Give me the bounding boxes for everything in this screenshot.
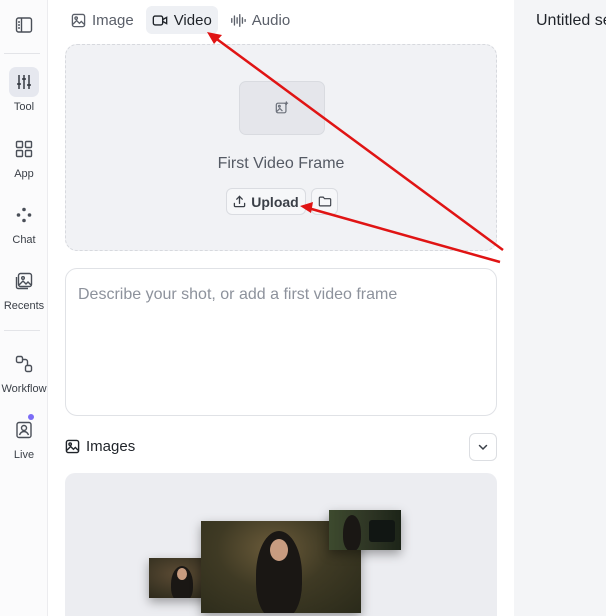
sidebar-toggle-icon bbox=[9, 10, 39, 40]
sliders-icon bbox=[9, 67, 39, 97]
prompt-placeholder: Describe your shot, or add a first video… bbox=[78, 286, 398, 303]
video-icon bbox=[152, 14, 168, 26]
sidebar-item-workflow[interactable]: Workflow bbox=[0, 349, 48, 395]
live-icon bbox=[9, 415, 39, 445]
chevron-down-icon bbox=[478, 444, 488, 451]
images-collapse-button[interactable] bbox=[469, 433, 497, 461]
images-section-title: Images bbox=[86, 438, 136, 455]
tab-audio[interactable]: Audio bbox=[224, 6, 296, 34]
media-type-tabs: Image Video Audio bbox=[65, 6, 296, 34]
tab-image[interactable]: Image bbox=[65, 6, 140, 34]
images-gallery bbox=[65, 473, 497, 616]
first-frame-dropzone[interactable]: First Video Frame Upload bbox=[65, 44, 497, 251]
rail-divider bbox=[4, 330, 40, 331]
sidebar-item-chat[interactable]: Chat bbox=[0, 200, 48, 246]
image-icon bbox=[65, 439, 80, 454]
upload-icon bbox=[234, 195, 246, 208]
sidebar-item-label: Workflow bbox=[1, 383, 47, 395]
images-section-header: Images bbox=[65, 438, 135, 455]
sidebar-item-live[interactable]: Live bbox=[0, 415, 48, 461]
dots-icon bbox=[9, 200, 39, 230]
flow-icon bbox=[9, 349, 39, 379]
frame-placeholder[interactable] bbox=[239, 81, 325, 135]
folder-icon bbox=[318, 196, 331, 207]
sidebar-toggle[interactable] bbox=[0, 10, 48, 40]
sidebar-item-recents[interactable]: Recents bbox=[0, 266, 48, 312]
sidebar-item-label: Recents bbox=[3, 300, 45, 312]
prompt-input[interactable]: Describe your shot, or add a first video… bbox=[65, 268, 497, 416]
gallery-icon bbox=[9, 266, 39, 296]
sidebar-item-label: Chat bbox=[12, 234, 36, 246]
grid-icon bbox=[9, 134, 39, 164]
left-rail: Tool App Chat Recents Workflow Live bbox=[0, 0, 48, 616]
sidebar-item-label: Live bbox=[13, 449, 35, 461]
tab-label: Image bbox=[92, 11, 134, 29]
folder-button[interactable] bbox=[311, 188, 338, 215]
sidebar-item-tool[interactable]: Tool bbox=[0, 67, 48, 113]
car-shape bbox=[369, 520, 395, 542]
add-image-icon bbox=[275, 101, 289, 114]
sidebar-item-label: App bbox=[14, 168, 34, 180]
tab-label: Audio bbox=[251, 11, 291, 29]
canvas-area: Untitled se bbox=[514, 0, 606, 616]
audio-wave-icon bbox=[230, 13, 246, 27]
tab-label: Video bbox=[173, 11, 212, 29]
image-icon bbox=[71, 13, 86, 27]
sidebar-item-label: Tool bbox=[13, 101, 35, 113]
live-notification-dot bbox=[28, 414, 34, 420]
generation-panel: Image Video Audio First Video Frame Uplo… bbox=[49, 0, 513, 616]
tab-video[interactable]: Video bbox=[145, 6, 218, 34]
first-frame-title: First Video Frame bbox=[217, 155, 345, 172]
upload-button[interactable]: Upload bbox=[226, 188, 306, 215]
sidebar-item-app[interactable]: App bbox=[0, 134, 48, 180]
document-title[interactable]: Untitled se bbox=[536, 12, 606, 30]
upload-label: Upload bbox=[251, 193, 299, 210]
gallery-thumbnail[interactable] bbox=[329, 510, 401, 550]
rail-divider bbox=[4, 53, 40, 54]
